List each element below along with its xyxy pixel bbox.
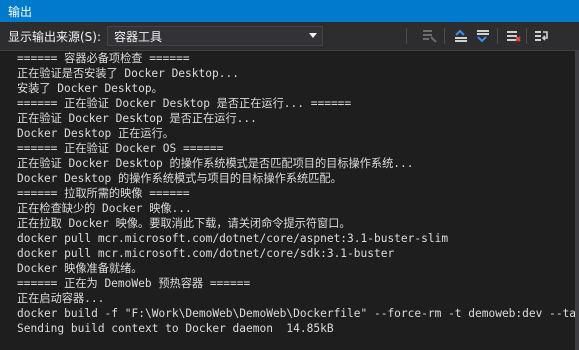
vertical-scrollbar[interactable] (575, 51, 579, 350)
output-line: docker build -f "F:\Work\DemoWeb\DemoWeb… (17, 307, 575, 320)
toolbar-separator (406, 28, 407, 44)
window-title: 输出 (8, 4, 33, 19)
output-line: Docker Desktop 的操作系统模式与项目的目标操作系统匹配。 (17, 172, 342, 185)
output-line: docker pull mcr.microsoft.com/dotnet/cor… (17, 247, 395, 260)
output-text-area[interactable]: ====== 容器必备项检查 ====== 正在验证是否安装了 Docker De… (0, 51, 575, 350)
toolbar-separator (526, 28, 527, 44)
output-source-value: 容器工具 (114, 29, 163, 44)
output-line: ====== 容器必备项检查 ====== (17, 52, 190, 65)
output-source-dropdown[interactable]: 容器工具 (107, 26, 324, 46)
output-line: 正在验证是否安装了 Docker Desktop... (17, 67, 239, 80)
output-line: 正在检查缺少的 Docker 映像... (17, 202, 192, 215)
output-source-label: 显示输出来源(S): (8, 29, 102, 44)
toolbar-separator (444, 28, 445, 44)
clear-all-icon[interactable] (504, 27, 522, 45)
next-message-icon[interactable] (474, 27, 492, 45)
output-line: Docker Desktop 正在运行。 (17, 127, 174, 140)
output-line: 正在启动容器... (17, 292, 105, 305)
dropdown-arrow-icon[interactable] (304, 27, 322, 45)
previous-message-icon[interactable] (452, 27, 470, 45)
output-line: 正在验证 Docker Desktop 是否正在运行... (17, 112, 257, 125)
output-line: ====== 正在验证 Docker OS ====== (17, 142, 224, 155)
output-line: Docker 映像准备就绪。 (17, 262, 143, 275)
output-line: 正在验证 Docker Desktop 的操作系统模式是否匹配项目的目标操作系统… (17, 157, 414, 170)
toggle-word-wrap-icon[interactable] (533, 27, 551, 45)
toolbar-separator (497, 28, 498, 44)
output-line: ====== 拉取所需的映像 ====== (17, 187, 190, 200)
output-toolbar: 显示输出来源(S): 容器工具 (0, 22, 579, 51)
output-line: 正在拉取 Docker 映像。要取消此下载，请关闭命令提示符窗口。 (17, 217, 351, 230)
find-message-icon[interactable] (420, 27, 438, 45)
output-line: ====== 正在验证 Docker Desktop 是否正在运行... ===… (17, 97, 352, 110)
output-line: Sending build context to Docker daemon 1… (17, 322, 334, 335)
output-line: 安装了 Docker Desktop。 (17, 82, 163, 95)
output-line: ====== 正在为 DemoWeb 预热容器 ====== (17, 277, 251, 290)
output-line: docker pull mcr.microsoft.com/dotnet/cor… (17, 232, 449, 245)
output-window-title: 输出 (0, 0, 579, 22)
